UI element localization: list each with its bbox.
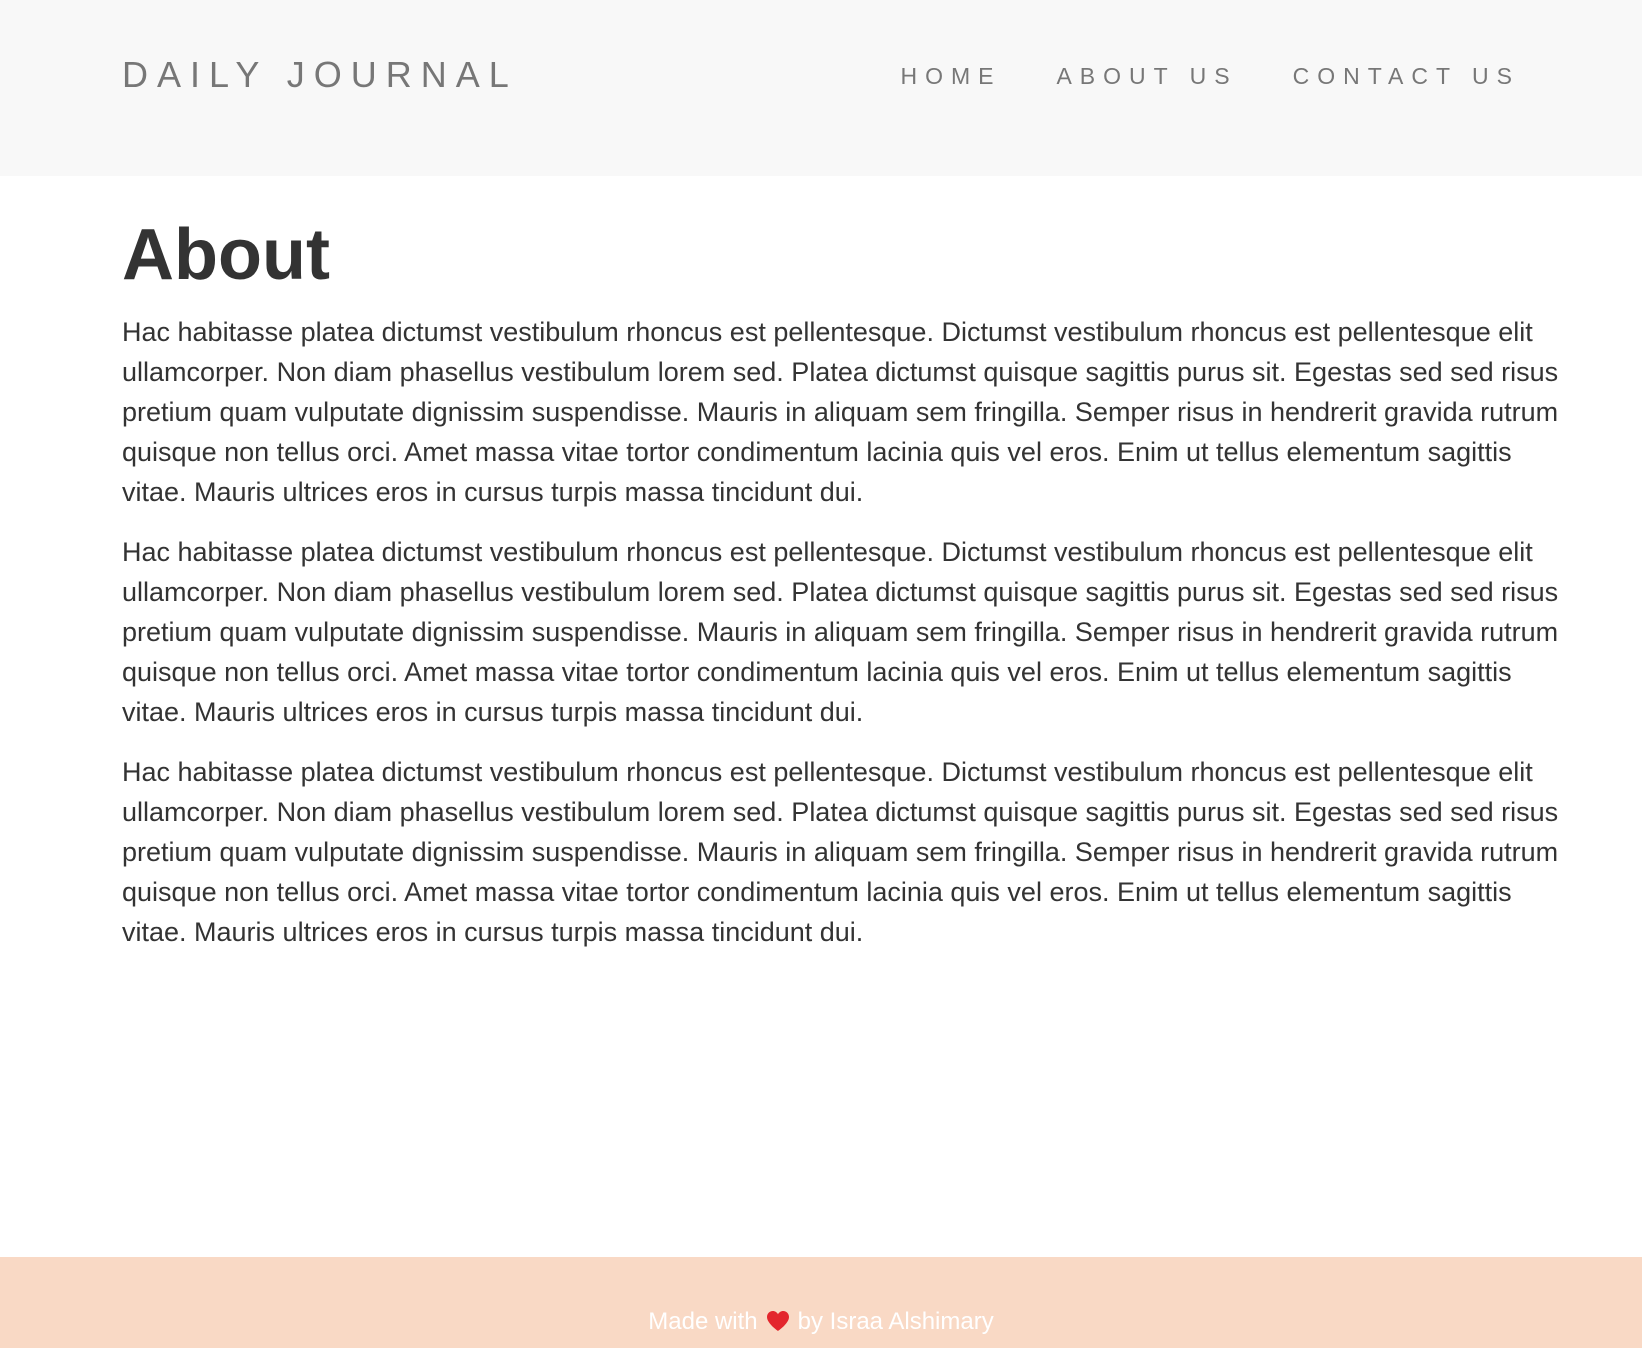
brand-logo-text[interactable]: DAILY JOURNAL (122, 54, 518, 96)
footer-credit: Made with by Israa Alshimary (0, 1307, 1642, 1337)
nav-link-contact-us[interactable]: CONTACT US (1293, 62, 1520, 90)
body-paragraph-3: Hac habitasse platea dictumst vestibulum… (122, 757, 1559, 947)
main-content: About Hac habitasse platea dictumst vest… (122, 210, 1562, 952)
footer-author: by Israa Alshimary (797, 1308, 994, 1335)
nav-link-home[interactable]: HOME (900, 62, 1001, 90)
nav-link-about-us[interactable]: ABOUT US (1056, 62, 1237, 90)
footer-prefix: Made with (648, 1308, 758, 1335)
navbar: DAILY JOURNAL HOME ABOUT US CONTACT US (0, 0, 1642, 176)
heart-icon (766, 1310, 790, 1332)
page-title: About (122, 215, 330, 295)
footer: Made with by Israa Alshimary (0, 1257, 1642, 1348)
body-paragraph-2: Hac habitasse platea dictumst vestibulum… (122, 537, 1559, 727)
nav-menu: HOME ABOUT US CONTACT US (900, 62, 1520, 90)
body-paragraph-1: Hac habitasse platea dictumst vestibulum… (122, 317, 1559, 507)
